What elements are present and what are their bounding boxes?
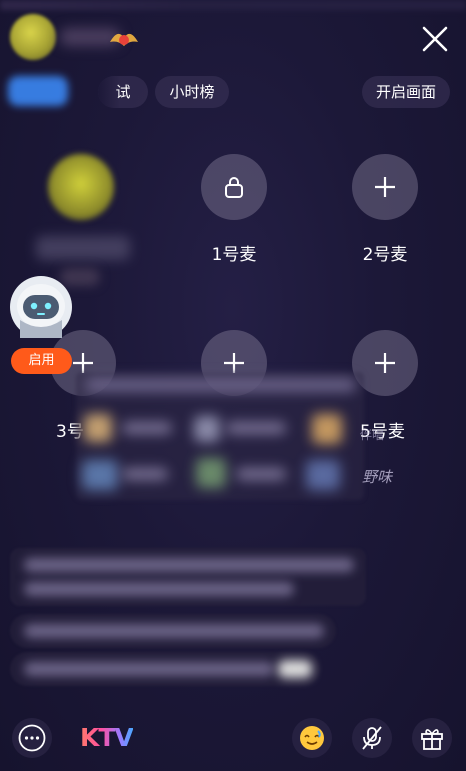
gift-button[interactable] [412,718,452,758]
mic-off-icon [362,726,382,750]
seat-1[interactable] [201,154,267,220]
popup-fragment-2: 野味 [362,468,393,486]
chat-message [10,548,366,606]
more-icon [18,724,46,752]
emoji-button[interactable] [292,718,332,758]
seat-2[interactable] [352,154,418,220]
seat-1-label: 1号麦 [211,245,257,265]
host-avatar[interactable] [10,14,56,60]
gift-icon [421,729,443,750]
emoji-icon [300,726,324,750]
blurred-tab[interactable] [8,76,68,106]
chat-message [10,614,336,648]
tab-hour-rank[interactable]: 小时榜 [155,76,229,108]
more-button[interactable] [12,718,52,758]
seat-2-label: 2号麦 [362,245,408,265]
tab-hour-rank-label: 小时榜 [169,83,215,101]
host-seat-avatar[interactable] [48,154,114,220]
mic-off-button[interactable] [352,718,392,758]
status-bar [0,0,466,10]
enable-robot-button[interactable]: 启用 [11,348,72,374]
popup-fragment-1: 伴唱 [360,428,385,442]
lock-icon [225,177,243,198]
robot-avatar[interactable] [10,276,72,338]
open-camera-label: 开启画面 [375,83,436,101]
wings-badge-icon [104,20,144,60]
ktv-button[interactable]: KTV [80,723,134,752]
blurred-popup [76,372,364,500]
plus-icon [375,353,395,373]
tab-test[interactable]: 试 [98,76,148,108]
host-seat-name [36,236,130,260]
close-button[interactable] [418,22,452,56]
close-icon [422,26,448,52]
open-camera-button[interactable]: 开启画面 [362,76,450,108]
chat-message [10,652,320,686]
plus-icon [375,177,395,197]
